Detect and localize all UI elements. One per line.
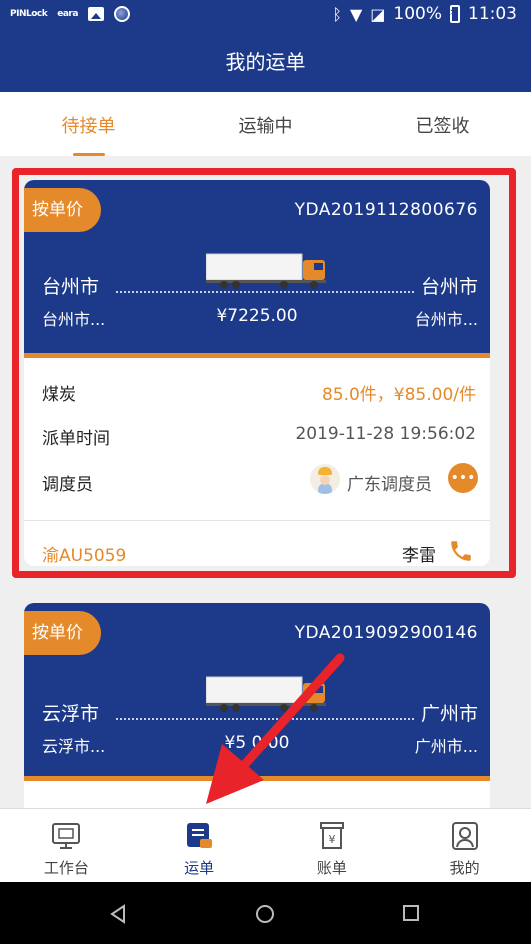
nav-waybill[interactable]: 运单 (133, 809, 266, 883)
page-title: 我的运单 (0, 32, 531, 92)
destination-city: 广州市 (420, 703, 478, 725)
globe-notification-icon (113, 6, 130, 22)
origin-city: 云浮市 (42, 703, 100, 725)
nav-bill[interactable]: ¥ 账单 (266, 809, 399, 883)
back-icon[interactable] (108, 904, 128, 924)
wifi-icon: ▼ (349, 4, 363, 24)
eara-app-icon: eara (57, 9, 78, 19)
bill-icon: ¥ (319, 822, 344, 849)
truck-icon (206, 676, 326, 712)
nav-label: 我的 (449, 859, 480, 877)
pinlock-app-icon: PINLock (10, 9, 48, 19)
tab-signed[interactable]: 已签收 (354, 92, 531, 156)
route-line (116, 718, 414, 720)
nav-workbench[interactable]: 工作台 (0, 809, 133, 883)
battery-percent: 100% (393, 4, 442, 24)
tab-pending[interactable]: 待接单 (0, 92, 177, 156)
tab-in-transit[interactable]: 运输中 (177, 92, 354, 156)
image-notification-icon (87, 7, 104, 21)
monitor-icon (52, 823, 81, 849)
nav-profile[interactable]: 我的 (398, 809, 531, 883)
system-nav-bar (0, 882, 531, 944)
recents-icon[interactable] (402, 904, 420, 922)
battery-icon (449, 5, 460, 23)
bottom-nav: 工作台 运单 ¥ 账单 我的 (0, 808, 531, 883)
destination-district: 广州市... (414, 737, 478, 756)
tab-bar: 待接单 运输中 已签收 (0, 92, 531, 156)
order-number: YDA2019092900146 (294, 623, 478, 643)
svg-text:¥: ¥ (328, 833, 335, 846)
status-bar: PINLock eara ᛒ ▼ ◪ 100% 11:03 (0, 0, 531, 32)
home-icon[interactable] (255, 904, 275, 924)
highlight-box (12, 168, 516, 578)
no-sim-icon: ◪ (370, 4, 386, 24)
profile-icon (451, 822, 478, 850)
order-card[interactable]: 按单价 YDA2019092900146 云浮市 广州市 云浮市... ¥5 0… (24, 603, 490, 823)
order-route-panel: 按单价 YDA2019092900146 云浮市 广州市 云浮市... ¥5 0… (24, 603, 490, 781)
nav-label: 运单 (184, 859, 215, 877)
clock: 11:03 (468, 4, 517, 24)
nav-label: 账单 (316, 859, 347, 877)
bluetooth-icon: ᛒ (332, 4, 342, 24)
pricing-badge: 按单价 (24, 611, 101, 655)
waybill-icon (187, 823, 213, 848)
nav-label: 工作台 (43, 859, 89, 877)
